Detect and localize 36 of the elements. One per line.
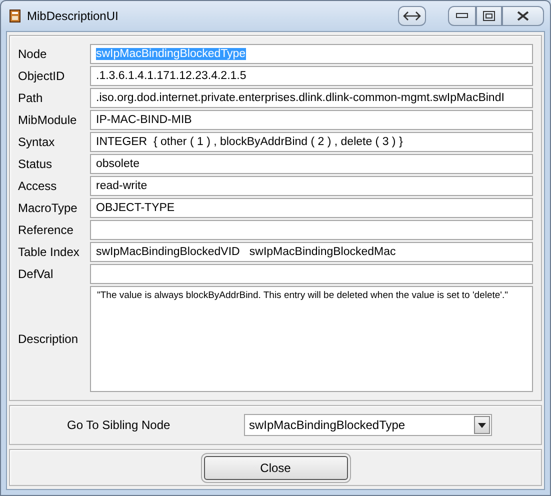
maximize-icon	[483, 11, 495, 21]
description-text-area[interactable]: "The value is always blockByAddrBind. This entry will be deleted when the value is set to 'delete'."	[90, 286, 533, 392]
close-button[interactable]	[502, 6, 544, 26]
field-label: DefVal	[18, 266, 54, 283]
maximize-button[interactable]	[476, 6, 502, 26]
field-label: Access	[18, 178, 58, 195]
window-app-icon	[9, 9, 21, 23]
field-label: Table Index	[18, 244, 80, 261]
text-field[interactable]	[90, 264, 533, 284]
minimize-button[interactable]	[448, 6, 476, 26]
field-label: Reference	[18, 222, 74, 239]
field-label: ObjectID	[18, 68, 66, 85]
double-arrow-icon	[403, 11, 421, 21]
dropdown-arrow-icon	[478, 422, 486, 428]
field-label: MacroType	[18, 200, 78, 217]
text-field[interactable]: obsolete	[90, 154, 533, 174]
text-field[interactable]: OBJECT-TYPE	[90, 198, 533, 218]
resize-arrows-button[interactable]	[398, 6, 426, 26]
field-label: MibModule	[18, 112, 78, 129]
window-title: MibDescriptionUI	[27, 8, 118, 25]
text-field[interactable]: IP-MAC-BIND-MIB	[90, 110, 533, 130]
text-field[interactable]: .1.3.6.1.4.1.171.12.23.4.2.1.5	[90, 66, 533, 86]
field-label: Node	[18, 46, 48, 63]
minimize-icon	[456, 13, 468, 19]
field-label: Syntax	[18, 134, 56, 151]
sibling-node-label: Go To Sibling Node	[67, 417, 172, 434]
text-field[interactable]: read-write	[90, 176, 533, 196]
close-icon	[517, 11, 529, 21]
field-label: Status	[18, 156, 54, 173]
text-field[interactable]	[90, 220, 533, 240]
field-label: Path	[18, 90, 44, 107]
sibling-node-dropdown[interactable]: swIpMacBindingBlockedType	[244, 414, 492, 436]
field-label: Description	[18, 331, 80, 348]
text-field[interactable]: .iso.org.dod.internet.private.enterprises.dlink.dlink-common-mgmt.swIpMacBindI	[90, 88, 533, 108]
text-field[interactable]: INTEGER { other ( 1 ) , blockByAddrBind ( 2 ) , delete ( 3 ) }	[90, 132, 533, 152]
text-field[interactable]: swIpMacBindingBlockedVID swIpMacBindingBlockedMac	[90, 242, 533, 262]
